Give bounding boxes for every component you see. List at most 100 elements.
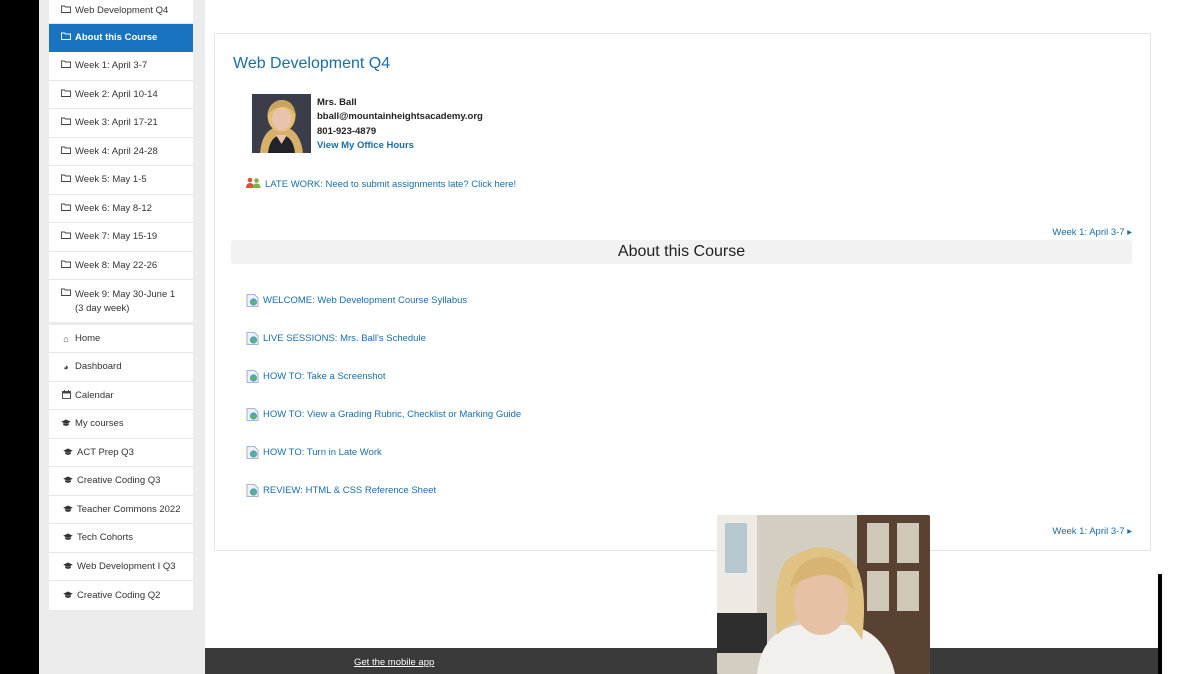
sidebar-section-week-2[interactable]: Week 2: April 10-14 <box>49 81 193 109</box>
sidebar-section-week-1[interactable]: Week 1: April 3-7 <box>49 52 193 81</box>
sidebar-section-label: Week 1: April 3-7 <box>75 60 148 71</box>
course-link-web-development-i-q3[interactable]: Web Development I Q3 <box>49 553 193 581</box>
navigation-block: ⌂ Home ◕ Dashboard Calendar My courses A… <box>49 325 193 610</box>
sidebar-section-label: Week 2: April 10-14 <box>75 88 158 100</box>
nav-dashboard[interactable]: ◕ Dashboard <box>49 353 193 382</box>
nav-label: Home <box>75 332 101 344</box>
url-resource-icon <box>246 484 259 497</box>
resource-label: HOW TO: Take a Screenshot <box>263 371 386 382</box>
next-section-link-bottom[interactable]: Week 1: April 3-7 ▸ <box>1052 526 1132 537</box>
resource-link-late-work[interactable]: HOW TO: Turn in Late Work <box>246 446 382 459</box>
next-section-link-top[interactable]: Week 1: April 3-7 ▸ <box>1052 227 1132 238</box>
course-link-creative-coding-q2[interactable]: Creative Coding Q2 <box>49 581 193 610</box>
folder-icon <box>61 5 71 13</box>
folder-icon <box>61 260 71 268</box>
calendar-icon <box>61 390 71 401</box>
sidebar-section-label: Week 3: April 17-21 <box>75 117 158 128</box>
sidebar-section-week-5[interactable]: Week 5: May 1-5 <box>49 166 193 195</box>
course-content-card: Web Development Q4 Mrs. Ball bball@mount… <box>214 33 1151 551</box>
teacher-email: bball@mountainheightsacademy.org <box>317 111 483 123</box>
right-edge <box>1158 0 1200 674</box>
course-link-teacher-commons-2022[interactable]: Teacher Commons 2022 <box>49 496 193 524</box>
graduation-cap-icon <box>63 591 73 601</box>
lms-screen: Web Development Q4 About this Course Wee… <box>39 0 1158 674</box>
folder-icon <box>61 89 71 97</box>
sidebar-section-label: Week 9: May 30-June 1 (3 day week) <box>75 289 176 314</box>
folder-icon <box>61 288 71 296</box>
folder-icon <box>61 174 71 182</box>
url-resource-icon <box>246 332 259 345</box>
sidebar: Web Development Q4 About this Course Wee… <box>49 0 193 610</box>
resource-label: WELCOME: Web Development Course Syllabus <box>263 295 468 306</box>
course-label: Teacher Commons 2022 <box>77 503 181 515</box>
main-content: Web Development Q4 Mrs. Ball bball@mount… <box>205 0 1158 648</box>
sidebar-section-label: Week 6: May 8-12 <box>75 202 152 214</box>
office-hours-link[interactable]: View My Office Hours <box>317 139 483 153</box>
graduation-cap-icon <box>63 505 73 515</box>
course-label: Tech Cohorts <box>77 532 133 543</box>
nav-my-courses[interactable]: My courses <box>49 410 193 439</box>
teacher-info: Mrs. Ball bball@mountainheightsacademy.o… <box>317 96 483 153</box>
sidebar-section-week-4[interactable]: Week 4: April 24-28 <box>49 138 193 166</box>
users-icon <box>246 177 261 191</box>
folder-icon <box>61 146 71 154</box>
late-work-label: LATE WORK: Need to submit assignments la… <box>265 178 517 190</box>
mobile-app-link[interactable]: Get the mobile app <box>354 657 434 668</box>
teacher-name: Mrs. Ball <box>317 97 357 108</box>
graduation-cap-icon <box>61 419 71 429</box>
graduation-cap-icon <box>63 562 73 572</box>
url-resource-icon <box>246 370 259 383</box>
folder-icon <box>61 60 71 68</box>
course-sections-block: Web Development Q4 About this Course Wee… <box>49 0 193 322</box>
sidebar-section-web-development-q4[interactable]: Web Development Q4 <box>49 0 193 24</box>
dashboard-icon: ◕ <box>63 362 69 372</box>
sidebar-section-week-7[interactable]: Week 7: May 15-19 <box>49 223 193 252</box>
resource-label: HOW TO: Turn in Late Work <box>263 447 382 458</box>
resource-link-live-sessions[interactable]: LIVE SESSIONS: Mrs. Ball's Schedule <box>246 332 426 345</box>
url-resource-icon <box>246 294 259 307</box>
webcam-overlay <box>717 515 930 674</box>
resource-link-html-css-reference[interactable]: REVIEW: HTML & CSS Reference Sheet <box>246 484 436 497</box>
nav-calendar[interactable]: Calendar <box>49 382 193 410</box>
url-resource-icon <box>246 408 259 421</box>
nav-label: Dashboard <box>75 361 122 372</box>
nav-home[interactable]: ⌂ Home <box>49 325 193 353</box>
course-link-act-prep-q3[interactable]: ACT Prep Q3 <box>49 439 193 467</box>
sidebar-section-about-this-course[interactable]: About this Course <box>49 24 193 52</box>
course-label: Web Development I Q3 <box>77 560 176 572</box>
sidebar-section-label: About this Course <box>75 31 158 43</box>
sidebar-section-label: Web Development Q4 <box>75 4 169 16</box>
course-label: ACT Prep Q3 <box>77 446 134 458</box>
graduation-cap-icon <box>63 476 73 486</box>
course-label: Creative Coding Q2 <box>77 589 161 601</box>
course-label: Creative Coding Q3 <box>77 475 161 486</box>
course-link-creative-coding-q3[interactable]: Creative Coding Q3 <box>49 467 193 496</box>
sidebar-section-label: Week 7: May 15-19 <box>75 231 158 242</box>
sidebar-section-week-6[interactable]: Week 6: May 8-12 <box>49 195 193 223</box>
resource-label: HOW TO: View a Grading Rubric, Checklist… <box>263 409 522 420</box>
nav-label: Calendar <box>75 389 114 401</box>
sidebar-section-week-9[interactable]: Week 9: May 30-June 1 (3 day week) <box>49 280 193 322</box>
sidebar-section-label: Week 5: May 1-5 <box>75 174 147 185</box>
home-icon: ⌂ <box>63 333 69 344</box>
resource-link-screenshot[interactable]: HOW TO: Take a Screenshot <box>246 370 386 383</box>
resource-link-grading-rubric[interactable]: HOW TO: View a Grading Rubric, Checklist… <box>246 408 521 421</box>
teacher-phone: 801-923-4879 <box>317 125 377 137</box>
course-link-tech-cohorts[interactable]: Tech Cohorts <box>49 524 193 553</box>
resource-label: REVIEW: HTML & CSS Reference Sheet <box>263 485 437 496</box>
course-title: Web Development Q4 <box>233 55 391 72</box>
sidebar-section-label: Week 8: May 22-26 <box>75 259 158 271</box>
resource-link-syllabus[interactable]: WELCOME: Web Development Course Syllabus <box>246 294 467 307</box>
sidebar-section-week-3[interactable]: Week 3: April 17-21 <box>49 109 193 138</box>
page-footer: Get the mobile app <box>205 648 1158 674</box>
graduation-cap-icon <box>63 448 73 458</box>
sidebar-section-week-8[interactable]: Week 8: May 22-26 <box>49 252 193 280</box>
section-title: About this Course <box>231 240 1132 264</box>
graduation-cap-icon <box>63 533 73 543</box>
late-work-link[interactable]: LATE WORK: Need to submit assignments la… <box>246 177 516 191</box>
nav-label: My courses <box>75 418 124 429</box>
folder-icon <box>61 117 71 125</box>
sidebar-section-label: Week 4: April 24-28 <box>75 145 158 157</box>
folder-icon <box>61 231 71 239</box>
url-resource-icon <box>246 446 259 459</box>
